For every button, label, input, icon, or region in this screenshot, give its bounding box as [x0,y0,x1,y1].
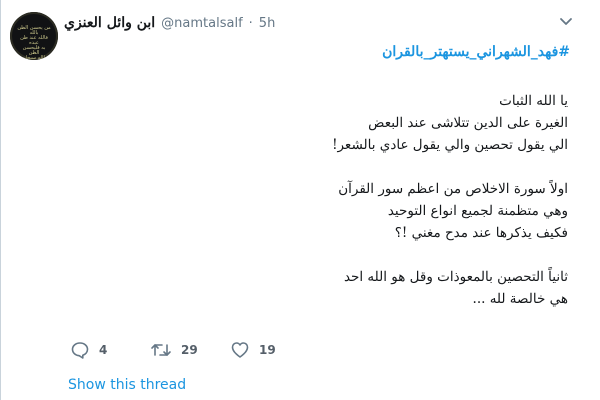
tweet-line: ثانياً التحصين بالمعوذات وقل هو الله احد [343,269,568,285]
retweet-icon [150,340,172,360]
tweet-line: الغيرة على الدين تتلاشى عند البعض [368,115,568,131]
tweet-line: وهي متظمنة لجميع انواع التوحيد [387,203,568,219]
frame-border [0,0,1,400]
display-name[interactable]: ابن وائل العنزي [64,15,155,31]
reply-button[interactable]: 4 [70,340,150,360]
tweet-line: فكيف يذكرها عند مدح مغني !؟ [394,225,568,241]
tweet-line: هي خالصة لله ... [472,291,568,307]
reply-icon [70,340,90,360]
retweet-count: 29 [181,343,198,357]
tweet-time[interactable]: 5h [259,16,276,31]
tweet-line: اولاً سورة الاخلاص من اعظم سور القرآن [338,181,568,197]
like-button[interactable]: 19 [230,340,310,360]
heart-icon [230,340,250,360]
tweet-line: الي يقول تحصين والي يقول عادي بالشعر! [332,137,568,153]
avatar[interactable]: من يحسن الظن بالله فالله عند ظن عبده به … [10,12,58,60]
like-count: 19 [259,343,276,357]
tweet-line [88,244,568,266]
reply-count: 4 [99,343,108,357]
tweet-line [88,156,568,178]
tweet-actions: 4 29 19 [70,338,310,362]
tweet-body: يا الله الثبات الغيرة على الدين تتلاشى ع… [88,90,568,310]
user-handle[interactable]: @namtalsalf [161,16,242,31]
chevron-down-icon[interactable] [558,13,574,29]
retweet-button[interactable]: 29 [150,340,230,360]
separator-dot: · [248,15,253,31]
show-thread-link[interactable]: Show this thread [68,377,186,393]
hashtag-link[interactable]: #فهد_الشهراني_يستهتر_بالقران [382,44,570,60]
avatar-text: من يحسن الظن بالله فالله عند ظن عبده به … [17,25,51,61]
tweet-header: ابن وائل العنزي @namtalsalf · 5h [64,14,275,32]
tweet-line: يا الله الثبات [499,93,568,109]
